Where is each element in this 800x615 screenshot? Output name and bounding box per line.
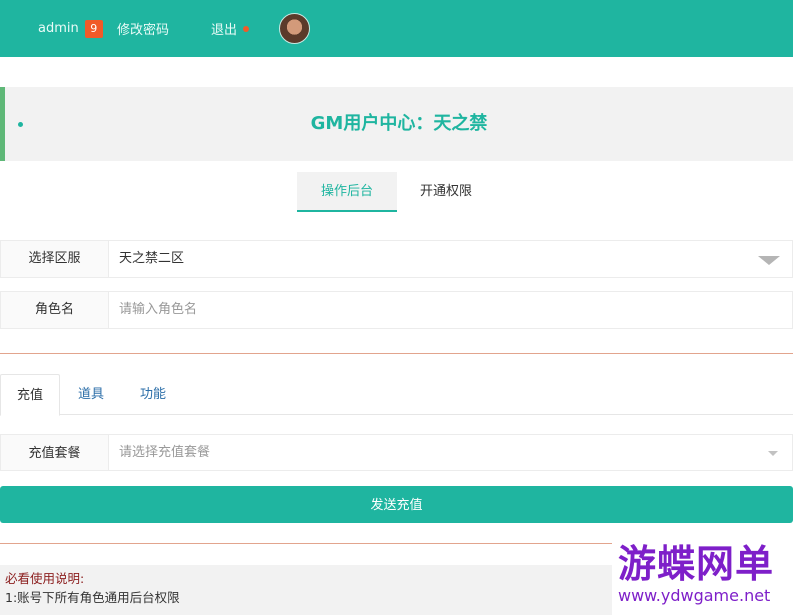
user-menu[interactable]: admin 9 — [38, 0, 103, 57]
role-name-input[interactable]: 请输入角色名 — [119, 292, 197, 328]
logout-link[interactable]: 退出 — [211, 0, 250, 57]
watermark-text: 游蝶网单 — [618, 542, 775, 586]
tab-operation-backend[interactable]: 操作后台 — [297, 172, 397, 212]
server-select-value[interactable]: 天之禁二区 — [119, 241, 184, 277]
watermark-logo: 游蝶网单 www.ydwgame.net — [612, 540, 800, 615]
tab-recharge[interactable]: 充值 — [0, 374, 60, 416]
change-password-link[interactable]: 修改密码 — [117, 0, 169, 57]
header-panel: GM用户中心：天之禁 — [0, 87, 793, 161]
package-select-row[interactable]: 充值套餐 请选择充值套餐 — [0, 434, 793, 471]
logout-label: 退出 — [211, 23, 238, 38]
server-select-row[interactable]: 选择区服 天之禁二区 — [0, 240, 793, 278]
username: admin — [38, 21, 79, 36]
notification-badge: 9 — [84, 19, 103, 38]
send-recharge-button[interactable]: 发送充值 — [0, 486, 793, 523]
avatar[interactable] — [279, 13, 310, 44]
tab-items[interactable]: 道具 — [62, 374, 120, 415]
tab-open-permission[interactable]: 开通权限 — [397, 172, 495, 212]
role-name-label: 角色名 — [1, 292, 109, 328]
sub-tab-bar: 充值 道具 功能 — [0, 374, 793, 416]
package-select-input[interactable]: 请选择充值套餐 — [119, 435, 210, 471]
tab-functions[interactable]: 功能 — [122, 374, 184, 415]
divider — [0, 353, 793, 354]
server-select-label: 选择区服 — [1, 241, 109, 277]
chevron-down-icon[interactable] — [758, 256, 780, 265]
divider — [0, 543, 612, 544]
package-select-label: 充值套餐 — [1, 435, 109, 470]
top-bar: admin 9 修改密码 退出 — [0, 0, 793, 57]
status-dot-icon — [243, 25, 250, 32]
chevron-down-icon[interactable] — [768, 451, 778, 456]
page-title: GM用户中心：天之禁 — [310, 113, 488, 134]
watermark-url: www.ydwgame.net — [618, 586, 771, 605]
role-name-row: 角色名 请输入角色名 — [0, 291, 793, 329]
